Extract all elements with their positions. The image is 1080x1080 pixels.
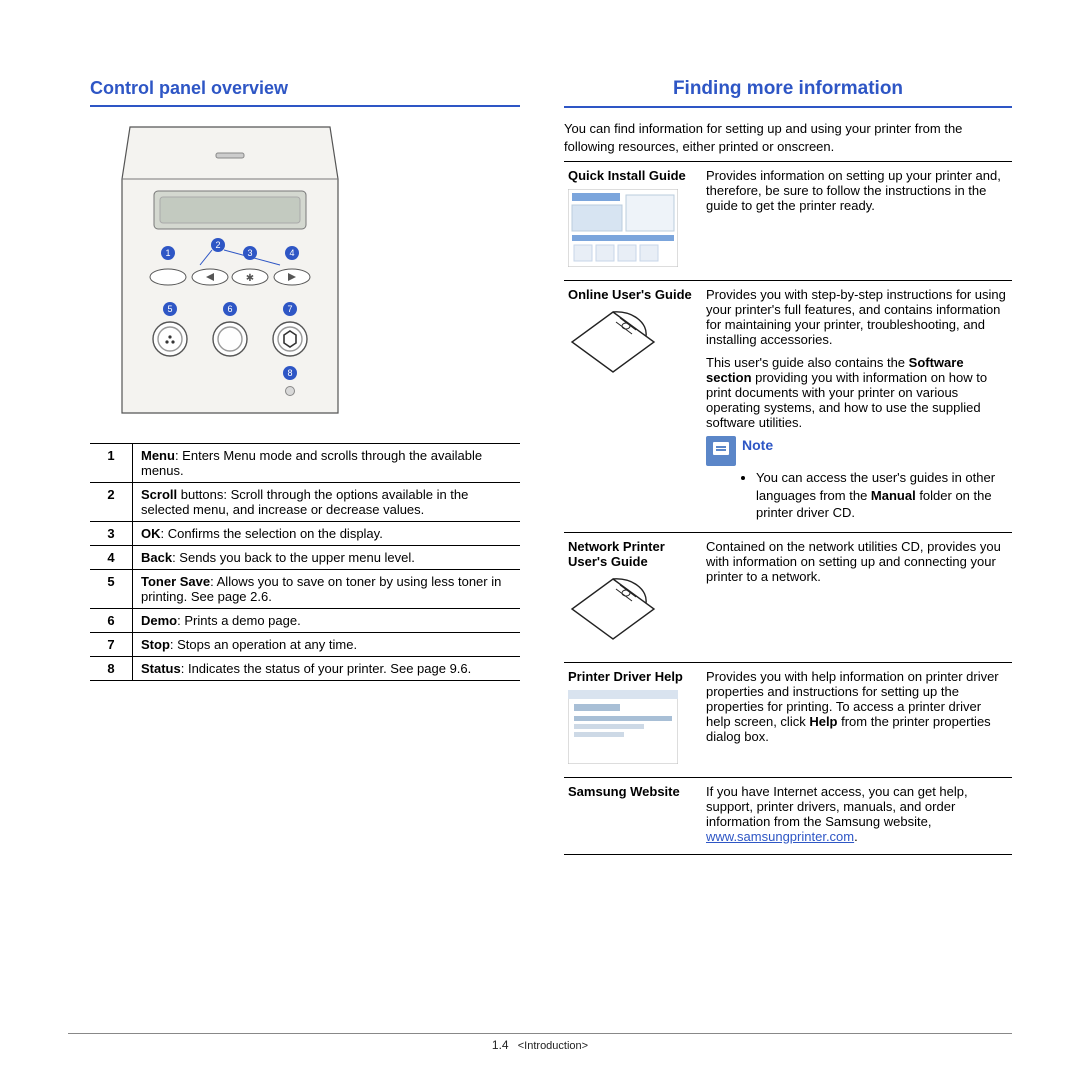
def-num: 8 [90, 657, 133, 681]
svg-text:8: 8 [287, 368, 292, 378]
right-rule [564, 106, 1012, 108]
def-num: 2 [90, 483, 133, 522]
page-number: 1.4 [492, 1038, 509, 1052]
note-icon [706, 436, 736, 466]
def-num: 5 [90, 570, 133, 609]
def-text: Status: Indicates the status of your pri… [133, 657, 521, 681]
svg-text:1: 1 [165, 248, 170, 258]
def-text: OK: Confirms the selection on the displa… [133, 522, 521, 546]
resource-desc: Provides you with step-by-step instructi… [702, 281, 1012, 533]
def-text: Toner Save: Allows you to save on toner … [133, 570, 521, 609]
resource-desc: Provides information on setting up your … [702, 162, 1012, 281]
control-panel-figure: ✱ 1 2 3 4 [120, 125, 520, 417]
resource-desc: Contained on the network utilities CD, p… [702, 532, 1012, 662]
def-text: Demo: Prints a demo page. [133, 609, 521, 633]
chapter-label: <Introduction> [518, 1040, 588, 1052]
resource-title: Online User's Guide [564, 281, 702, 533]
resource-title: Samsung Website [564, 777, 702, 854]
svg-text:2: 2 [215, 240, 220, 250]
def-num: 4 [90, 546, 133, 570]
svg-text:6: 6 [227, 304, 232, 314]
page-footer: 1.4 <Introduction> [68, 1033, 1012, 1052]
thumb-cd [568, 575, 698, 652]
resource-title: Quick Install Guide [564, 162, 702, 281]
def-num: 3 [90, 522, 133, 546]
resources-table: Quick Install GuideProvides information … [564, 161, 1012, 855]
definitions-table: 1Menu: Enters Menu mode and scrolls thro… [90, 443, 520, 681]
thumb-cd [568, 308, 698, 385]
resource-title: Printer Driver Help [564, 662, 702, 777]
svg-text:✱: ✱ [246, 273, 254, 284]
def-text: Back: Sends you back to the upper menu l… [133, 546, 521, 570]
svg-text:7: 7 [287, 304, 292, 314]
def-text: Stop: Stops an operation at any time. [133, 633, 521, 657]
def-text: Scroll buttons: Scroll through the optio… [133, 483, 521, 522]
left-rule [90, 105, 520, 107]
svg-text:4: 4 [289, 248, 294, 258]
thumb-dlg [568, 690, 698, 767]
right-intro: You can find information for setting up … [564, 120, 1012, 155]
thumb-qig [568, 189, 698, 270]
resource-desc: If you have Internet access, you can get… [702, 777, 1012, 854]
control-panel-svg: ✱ 1 2 3 4 [120, 125, 340, 417]
resource-title: Network Printer User's Guide [564, 532, 702, 662]
def-text: Menu: Enters Menu mode and scrolls throu… [133, 444, 521, 483]
def-num: 7 [90, 633, 133, 657]
resource-desc: Provides you with help information on pr… [702, 662, 1012, 777]
samsung-link[interactable]: www.samsungprinter.com [706, 829, 854, 844]
left-heading: Control panel overview [90, 78, 520, 99]
svg-text:5: 5 [167, 304, 172, 314]
note-body: NoteYou can access the user's guides in … [742, 436, 1008, 522]
right-heading: Finding more information [564, 78, 1012, 100]
def-num: 1 [90, 444, 133, 483]
def-num: 6 [90, 609, 133, 633]
